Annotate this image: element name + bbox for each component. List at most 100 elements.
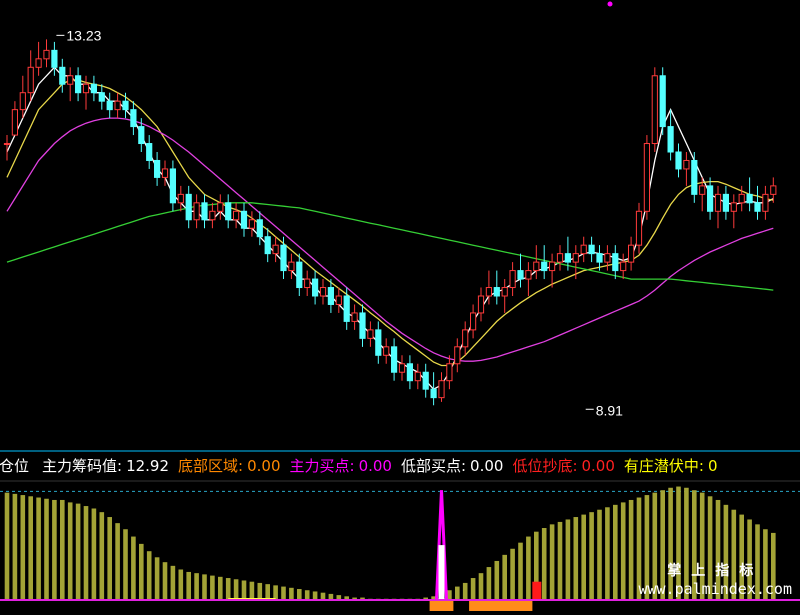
indicator-bar [628,499,634,600]
candle-body [383,346,390,356]
indicator-bar [541,528,547,600]
candle-body [98,92,105,102]
indicator-label: 主力买点: [289,457,355,475]
candle-body [604,253,611,263]
candle-body [90,83,98,94]
candle-body [667,126,674,153]
indicator-bar [581,514,586,600]
indicator-bar [115,523,120,600]
indicator-bar [518,542,523,600]
indicator-value: 0.00 [470,457,504,475]
indicator-bar [83,506,89,600]
indicator-bar [455,586,460,600]
candle-body [477,295,485,314]
indicator-label: 低位抄底: [512,457,578,475]
candle-body [35,58,42,68]
candle-body [446,363,453,382]
indicator-bar [218,576,223,600]
candle-body [462,329,469,348]
indicator-value: 0.00 [358,457,392,475]
candle-body [643,143,650,212]
candle-body [280,244,287,272]
watermark: 掌上指标 www.palmindex.com [638,562,792,598]
candle-body [304,278,311,289]
indicator-bar [20,495,26,600]
low-price-label: 8.91 [596,402,623,418]
indicator-bar [478,573,484,600]
indicator-item: 低位抄底: 0.00 [512,452,614,480]
candle-body [722,193,729,212]
indicator-bar [4,492,10,600]
indicator-bar [52,499,57,600]
indicator-value: 0.00 [247,457,281,475]
candle-body [675,151,682,170]
candle-body [154,159,161,178]
candle-body [509,270,516,289]
indicator-value: 0 [707,457,718,475]
candle-body [683,159,690,170]
indicator-bar [186,571,191,600]
candle-body [651,75,658,145]
indicator-bar [281,586,286,600]
candle-body [580,244,587,255]
indicator-bar [304,590,310,600]
indicator-label: 底部区域: [178,457,244,475]
candle-body [296,261,303,289]
watermark-url: www.palmindex.com [638,580,792,598]
candle-body [470,312,477,331]
indicator-bar [312,591,318,600]
ma-line-0 [6,66,774,391]
indicator-bar [210,575,215,600]
candle-body [770,185,777,195]
ma-line-1 [6,79,774,367]
indicator-bar [233,579,239,600]
indicator-bar [613,504,618,600]
corner-marker [607,1,613,7]
candle-body [493,287,500,297]
candle-body [596,253,603,263]
indicator-item: 有庄潜伏中: 0 [624,452,718,480]
indicator-bar [289,587,294,600]
candle-body [517,270,524,280]
stock-chart[interactable]: 13.23 8.91 [0,0,800,615]
ma-line-2 [6,117,774,362]
candle-body [240,210,248,229]
indicator-bar [470,578,476,600]
indicator-bar [154,557,160,600]
indicator-bar [44,498,49,600]
candle-body [67,75,74,85]
indicator-value: 12.92 [126,457,170,475]
price-panel[interactable] [3,34,777,410]
candle-body [367,329,374,339]
candle-body [746,193,753,204]
indicator-bar [620,502,626,600]
candle-body [272,244,279,255]
candle-body [422,371,429,390]
indicator-bar [170,565,176,600]
indicator-bar [241,580,247,600]
indicator-item: 主力筹码值: 12.92 [42,452,169,480]
candle-body [501,287,508,297]
candle-body [335,295,342,305]
candle-body [161,168,169,178]
candle-body [209,210,216,221]
ma-line-3 [6,202,774,291]
candle-body [525,270,532,280]
candle-body [406,363,413,382]
candle-body [762,193,769,212]
indicator-bar [28,496,33,600]
bottom-zone-marker [429,600,454,611]
indicator-bar [67,502,73,600]
indicator-item: 仓位 [0,452,33,480]
indicator-bar [131,536,136,600]
candle-body [106,100,113,111]
indicator-bar [557,521,563,600]
indicator-label: 仓位 [0,457,30,475]
candle-body [225,202,232,221]
candle-body [359,312,366,339]
candle-body [130,109,137,128]
indicator-bar [99,512,105,600]
indicator-bar [12,493,18,600]
indicator-bar [265,584,270,600]
indicator-legend: 仓位 主力筹码值: 12.92 底部区域: 0.00 主力买点: 0.00 低部买点: 0.00… [0,452,800,480]
